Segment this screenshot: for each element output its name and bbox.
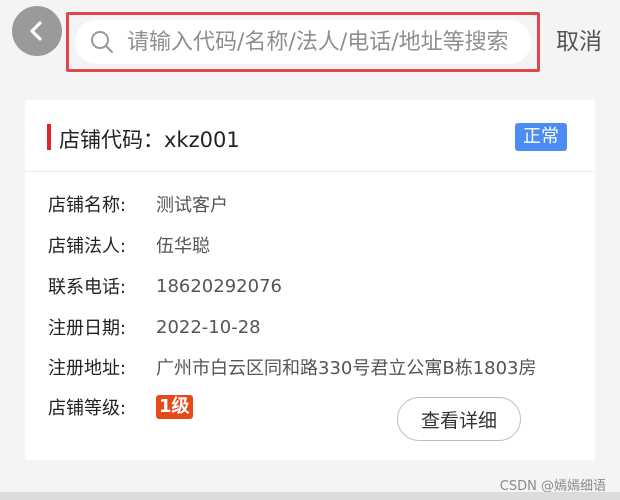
cancel-button[interactable]: 取消 <box>556 22 602 56</box>
row-register-address: 注册地址: 广州市白云区同和路330号君立公寓B栋1803房 <box>48 353 588 381</box>
view-detail-button[interactable]: 查看详细 <box>397 397 521 441</box>
chevron-left-icon <box>30 21 42 41</box>
row-label: 店铺等级: <box>48 398 127 419</box>
search-box[interactable] <box>75 20 531 64</box>
accent-bar <box>47 124 51 150</box>
shop-code: 店铺代码：xkz001 <box>59 128 240 152</box>
row-label: 注册地址: <box>48 358 127 379</box>
status-badge: 正常 <box>515 123 567 151</box>
top-bar: 取消 <box>0 0 620 80</box>
row-label: 注册日期: <box>48 318 127 339</box>
search-icon <box>91 31 113 53</box>
row-shop-name: 店铺名称: 测试客户 <box>48 190 588 218</box>
row-value: 伍华聪 <box>156 236 210 257</box>
row-value: 18620292076 <box>156 275 282 297</box>
search-input[interactable] <box>127 22 507 62</box>
row-register-date: 注册日期: 2022-10-28 <box>48 313 588 341</box>
row-label: 联系电话: <box>48 277 127 298</box>
row-legal-person: 店铺法人: 伍华聪 <box>48 231 588 259</box>
row-value: 2022-10-28 <box>156 316 261 338</box>
row-label: 店铺名称: <box>48 195 127 216</box>
horizontal-scrollbar[interactable] <box>0 492 620 500</box>
back-button[interactable] <box>12 6 62 56</box>
search-highlight-outline <box>66 12 540 72</box>
shop-info-card: 店铺代码：xkz001 正常 店铺名称: 测试客户 店铺法人: 伍华聪 联系电话… <box>25 100 595 460</box>
row-value: 广州市白云区同和路330号君立公寓B栋1803房 <box>156 358 537 379</box>
card-header: 店铺代码：xkz001 正常 <box>25 100 595 172</box>
level-badge: 1级 <box>156 395 193 419</box>
row-label: 店铺法人: <box>48 236 127 257</box>
row-value: 测试客户 <box>156 195 228 216</box>
row-phone: 联系电话: 18620292076 <box>48 272 588 300</box>
